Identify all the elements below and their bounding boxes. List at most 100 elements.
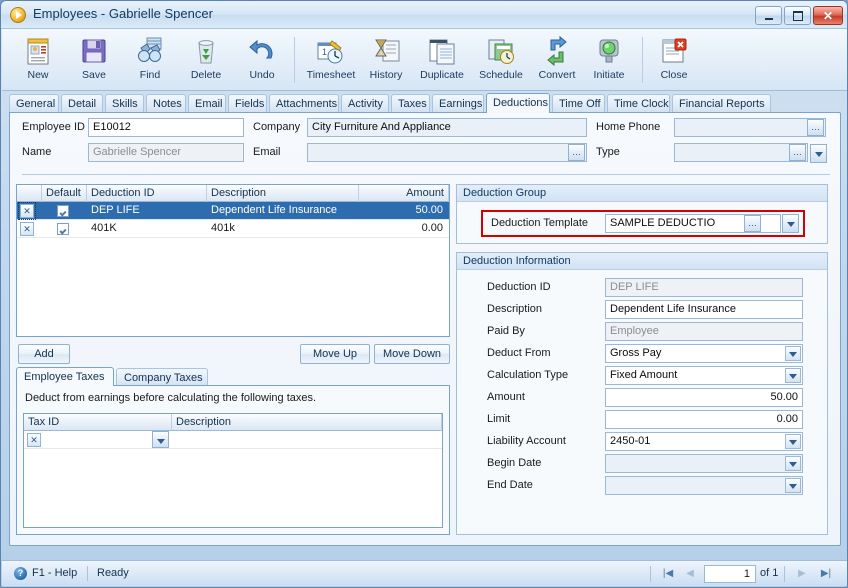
tab-attachments[interactable]: Attachments (269, 94, 339, 112)
delete-tax-row-button[interactable]: ✕ (27, 433, 41, 447)
deduction-template-input[interactable]: SAMPLE DEDUCTIO… (605, 214, 781, 233)
tab-earnings[interactable]: Earnings (432, 94, 484, 112)
next-record-button[interactable]: ▶ (792, 565, 812, 583)
tab-company-taxes[interactable]: Company Taxes (116, 368, 208, 386)
amount-input[interactable]: 50.00 (605, 388, 803, 407)
deduction-template-dropdown-button[interactable] (782, 214, 799, 233)
move-up-button[interactable]: Move Up (300, 344, 370, 364)
chevron-down-icon[interactable] (785, 478, 801, 493)
toolbar-schedule-button[interactable]: Schedule (472, 32, 530, 88)
add-button[interactable]: Add (18, 344, 70, 364)
toolbar-save-button[interactable]: Save (66, 32, 122, 88)
toolbar-duplicate-button[interactable]: Duplicate (412, 32, 472, 88)
type-dropdown-button[interactable] (810, 144, 827, 163)
deduct-from-select[interactable]: Gross Pay (605, 344, 803, 363)
tab-general[interactable]: General (9, 94, 59, 112)
first-record-button[interactable]: |◀ (658, 565, 678, 583)
toolbar-initiate-button[interactable]: Initiate (584, 32, 634, 88)
name-input[interactable]: Gabrielle Spencer (88, 143, 244, 162)
close-icon: ✕ (822, 8, 834, 23)
end-date-select[interactable] (605, 476, 803, 495)
default-checkbox[interactable] (57, 205, 69, 217)
close-window-button[interactable]: ✕ (813, 6, 843, 25)
type-input[interactable]: … (674, 143, 808, 162)
previous-record-button[interactable]: ◀ (680, 565, 700, 583)
help-icon[interactable]: ? (14, 567, 27, 580)
liability-account-select[interactable]: 2450-01 (605, 432, 803, 451)
toolbar-initiate-label: Initiate (593, 69, 625, 81)
tab-email[interactable]: Email (188, 94, 226, 112)
email-input[interactable]: … (307, 143, 587, 162)
toolbar-new-button[interactable]: New (10, 32, 66, 88)
deductions-grid[interactable]: Default Deduction ID Description Amount … (16, 184, 450, 337)
tab-time-clock[interactable]: Time Clock (607, 94, 670, 112)
tab-detail[interactable]: Detail (61, 94, 103, 112)
tab-financial-reports[interactable]: Financial Reports (672, 94, 771, 112)
tab-label: Deductions (493, 97, 549, 109)
tax-id-dropdown-button[interactable] (152, 431, 169, 448)
home-phone-input[interactable]: … (674, 118, 826, 137)
toolbar-convert-button[interactable]: Convert (530, 32, 584, 88)
tab-activity[interactable]: Activity (341, 94, 389, 112)
help-text[interactable]: F1 - Help (32, 567, 77, 579)
chevron-down-icon[interactable] (785, 434, 801, 449)
calculation-type-select[interactable]: Fixed Amount (605, 366, 803, 385)
description-input[interactable]: Dependent Life Insurance (605, 300, 803, 319)
default-checkbox[interactable] (57, 223, 69, 235)
limit-input[interactable]: 0.00 (605, 410, 803, 429)
employee-id-input[interactable]: E10012 (88, 118, 244, 137)
deduction-template-label: Deduction Template (491, 217, 589, 229)
home-phone-lookup-button[interactable]: … (807, 119, 824, 136)
begin-date-select[interactable] (605, 454, 803, 473)
tab-skills[interactable]: Skills (105, 94, 144, 112)
move-down-button[interactable]: Move Down (374, 344, 450, 364)
employee-taxes-grid[interactable]: Tax ID Description ✕ (23, 413, 443, 528)
grid-col-amount: Amount (359, 185, 449, 202)
toolbar-undo-button[interactable]: Undo (234, 32, 290, 88)
chevron-down-icon[interactable] (785, 456, 801, 471)
tab-label: Earnings (439, 98, 483, 110)
tab-fields[interactable]: Fields (228, 94, 267, 112)
toolbar-find-button[interactable]: Find (122, 32, 178, 88)
maximize-icon (785, 7, 810, 24)
chevron-down-icon[interactable] (785, 368, 801, 383)
toolbar-close-button[interactable]: Close (650, 32, 698, 88)
delete-row-button[interactable]: ✕ (20, 222, 34, 236)
email-label: Email (253, 146, 281, 158)
table-row[interactable]: ✕ 401K 401k 0.00 (17, 220, 449, 238)
chevron-down-icon[interactable] (785, 346, 801, 361)
table-row[interactable]: ✕ (24, 431, 442, 449)
tab-label: Activity (348, 98, 383, 110)
tab-label: Time Off (559, 98, 601, 110)
grid-col-deduction-id: Deduction ID (87, 185, 207, 202)
email-lookup-button[interactable]: … (568, 144, 585, 161)
table-row[interactable]: ✕ DEP LIFE Dependent Life Insurance 50.0… (17, 202, 449, 220)
toolbar-find-label: Find (139, 69, 161, 81)
employee-id-label: Employee ID (22, 121, 85, 133)
toolbar-delete-button[interactable]: Delete (178, 32, 234, 88)
tab-notes[interactable]: Notes (146, 94, 186, 112)
deduction-template-lookup-button[interactable]: … (744, 215, 761, 232)
tab-taxes[interactable]: Taxes (391, 94, 430, 112)
toolbar-history-label: History (369, 69, 403, 81)
liability-account-label: Liability Account (487, 435, 566, 447)
company-input[interactable]: City Furniture And Appliance (307, 118, 587, 137)
maximize-button[interactable] (784, 6, 811, 25)
toolbar-save-label: Save (82, 69, 106, 81)
toolbar-history-button[interactable]: History (360, 32, 412, 88)
tab-time-off[interactable]: Time Off (552, 94, 605, 112)
minimize-button[interactable] (755, 6, 782, 25)
company-label: Company (253, 121, 301, 133)
undo-arrow-icon (246, 35, 278, 67)
toolbar-timesheet-button[interactable]: 1 Timesheet (302, 32, 360, 88)
floppy-disk-icon (78, 35, 110, 67)
page-number-input[interactable]: 1 (704, 565, 756, 583)
delete-row-button[interactable]: ✕ (18, 202, 36, 220)
tab-deductions[interactable]: Deductions (486, 93, 550, 113)
minimize-icon (756, 7, 781, 24)
last-record-button[interactable]: ▶| (816, 565, 836, 583)
nav-divider-left (650, 566, 651, 582)
type-lookup-button[interactable]: … (789, 144, 806, 161)
tab-employee-taxes[interactable]: Employee Taxes (16, 367, 114, 386)
toolbar-timesheet-label: Timesheet (306, 69, 356, 81)
